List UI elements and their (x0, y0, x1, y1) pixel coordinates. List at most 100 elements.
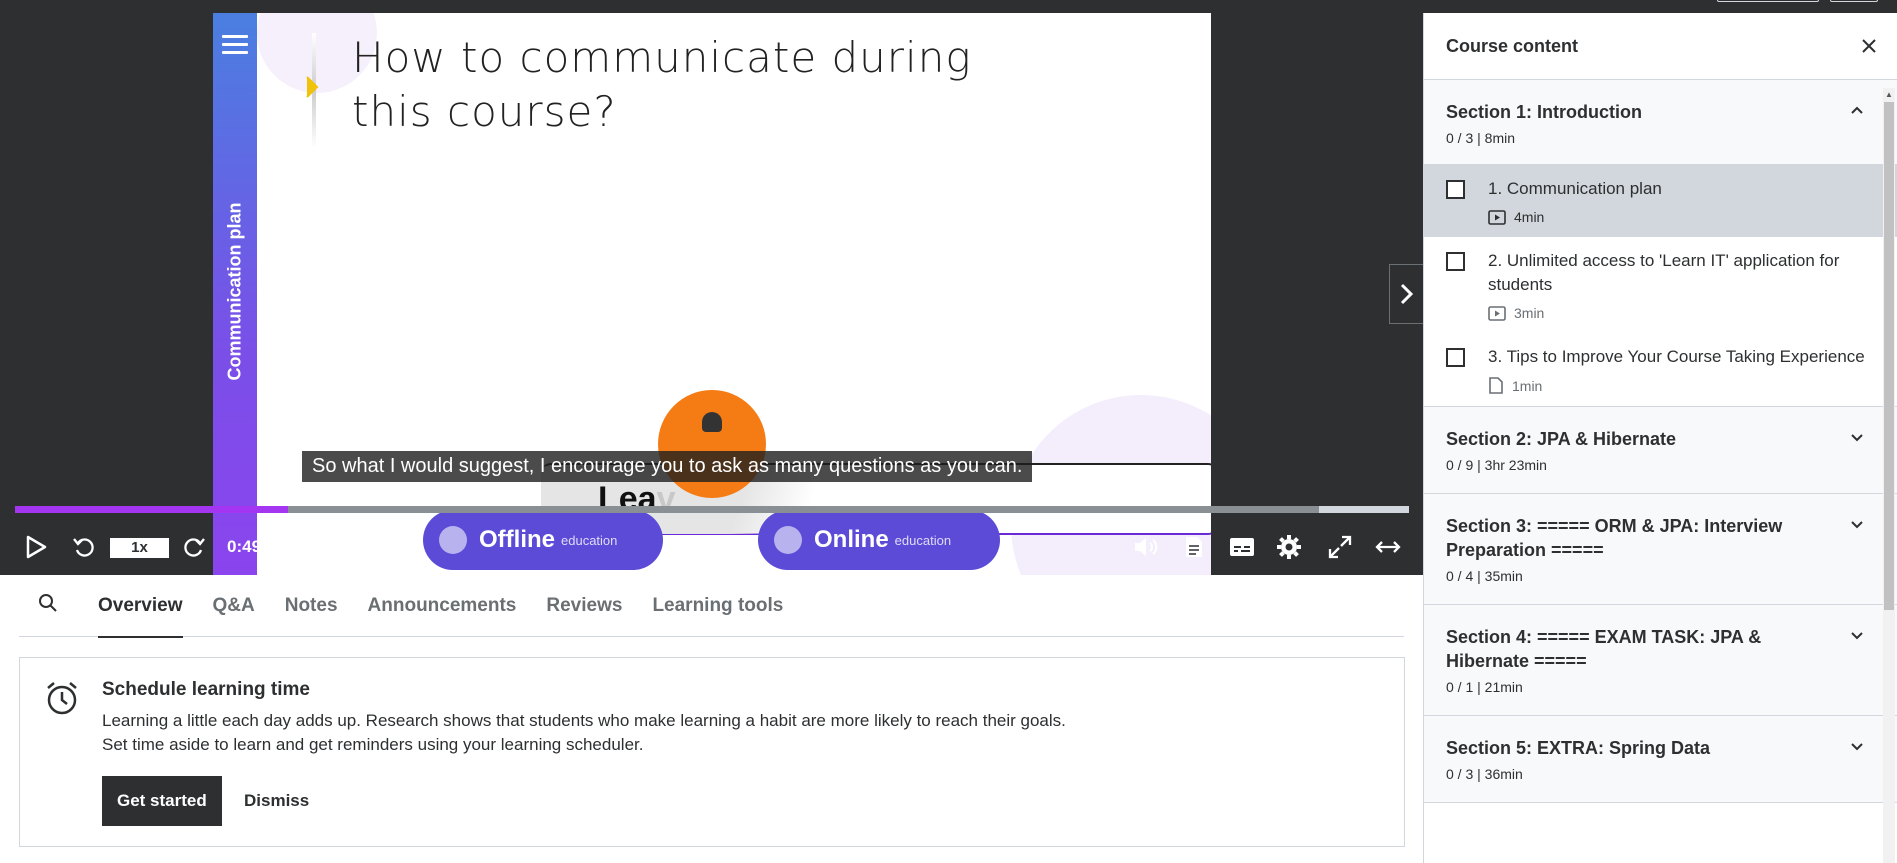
lesson-duration: 3min (1488, 305, 1877, 321)
progress-played (15, 506, 289, 513)
video-progress-bar[interactable] (15, 506, 1409, 513)
next-lecture-button[interactable] (1389, 264, 1423, 324)
expand-horizontal-icon (1375, 541, 1401, 553)
forward-button[interactable] (178, 531, 210, 563)
section-title: Section 4: ===== EXAM TASK: JPA & Hibern… (1446, 627, 1762, 671)
search-icon (39, 594, 57, 612)
lesson-duration: 1min (1488, 377, 1877, 394)
card-body: Learning a little each day adds up. Rese… (102, 709, 1302, 757)
progress-remaining (1319, 506, 1409, 513)
section-title: Section 2: JPA & Hibernate (1446, 429, 1677, 449)
tab-announcements[interactable]: Announcements (368, 575, 517, 637)
alarm-clock-icon (47, 682, 77, 715)
chevron-right-icon (306, 76, 319, 98)
section-meta: 0 / 1 | 21min (1446, 679, 1523, 695)
fullscreen-icon (1328, 535, 1352, 559)
dismiss-button[interactable]: Dismiss (244, 776, 309, 826)
notes-button[interactable] (332, 531, 364, 563)
section-title: Section 5: EXTRA: Spring Data (1446, 738, 1711, 758)
video-player[interactable]: Communication plan How to communicate du… (0, 13, 1423, 575)
lesson-checkbox[interactable] (1446, 348, 1465, 367)
video-time: 0:49 / 4:10 (227, 537, 310, 556)
tab-notes[interactable]: Notes (285, 575, 338, 637)
captions-button[interactable] (1224, 531, 1260, 563)
card-text-line2: Set time aside to learn and get reminder… (102, 735, 644, 754)
card-text-line1: Learning a little each day adds up. Rese… (102, 711, 1066, 730)
lesson-duration: 4min (1488, 209, 1877, 225)
search-button[interactable] (38, 593, 78, 618)
rewind-icon (73, 538, 94, 557)
section-meta: 0 / 9 | 3hr 23min (1446, 457, 1547, 473)
lecture-tabs: Overview Q&A Notes Announcements Reviews… (19, 575, 1404, 638)
section-title: Section 3: ===== ORM & JPA: Interview Pr… (1446, 516, 1783, 560)
chevron-down-icon (1851, 434, 1863, 442)
rewind-button[interactable] (68, 531, 100, 563)
slide-vertical-label: Communication plan (224, 202, 245, 381)
course-content-sidebar: Course content Section 1: Introduction 0… (1423, 13, 1897, 863)
tab-overview[interactable]: Overview (98, 575, 183, 638)
slide-title: How to communicate during this course? (352, 31, 1052, 139)
section-meta: 0 / 3 | 36min (1446, 766, 1523, 782)
person-icon (702, 412, 722, 432)
chevron-down-icon (1851, 632, 1863, 640)
gear-icon (1277, 535, 1301, 559)
playback-speed-button[interactable]: 1x (110, 538, 169, 558)
lesson-duration-text: 4min (1514, 209, 1545, 225)
sidebar-title: Course content (1446, 35, 1579, 56)
volume-icon (1135, 538, 1158, 556)
slide-side-bar: Communication plan (213, 13, 257, 575)
lesson-checkbox[interactable] (1446, 180, 1465, 199)
add-note-icon (337, 538, 360, 558)
settings-button[interactable] (1272, 531, 1306, 563)
lesson-item[interactable]: 1. Communication plan 4min (1424, 165, 1897, 237)
player-controls: 1x 0:49 / 4:10 (0, 521, 1423, 575)
slide-title-line2: this course? (352, 87, 617, 136)
top-header-bar (0, 0, 1897, 13)
transcript-icon (1186, 537, 1202, 557)
expand-button[interactable] (1371, 531, 1405, 563)
section-header[interactable]: Section 5: EXTRA: Spring Data 0 / 3 | 36… (1424, 716, 1897, 803)
video-captions: So what I would suggest, I encourage you… (302, 451, 1033, 482)
scrollbar-thumb[interactable] (1884, 102, 1894, 610)
header-button[interactable] (1830, 0, 1878, 2)
lesson-item[interactable]: 3. Tips to Improve Your Course Taking Ex… (1424, 333, 1897, 407)
captions-icon (1230, 538, 1254, 556)
lesson-title: 2. Unlimited access to 'Learn IT' applic… (1488, 251, 1840, 294)
play-icon (26, 535, 47, 559)
section-header[interactable]: Section 2: JPA & Hibernate 0 / 9 | 3hr 2… (1424, 407, 1897, 494)
transcript-button[interactable] (1178, 531, 1210, 563)
section-header[interactable]: Section 4: ===== EXAM TASK: JPA & Hibern… (1424, 605, 1897, 716)
section-meta: 0 / 3 | 8min (1446, 130, 1516, 146)
volume-button[interactable] (1130, 531, 1162, 563)
lesson-checkbox[interactable] (1446, 252, 1465, 271)
video-icon (1488, 209, 1506, 225)
lecture-slide: Communication plan How to communicate du… (213, 13, 1211, 575)
menu-icon (222, 35, 248, 55)
get-started-button[interactable]: Get started (102, 776, 222, 826)
close-sidebar-button[interactable] (1861, 33, 1877, 61)
fullscreen-button[interactable] (1324, 531, 1356, 563)
chevron-down-icon (1851, 743, 1863, 751)
slide-title-line1: How to communicate during (352, 33, 972, 82)
section-title: Section 1: Introduction (1446, 102, 1642, 122)
tab-learning-tools[interactable]: Learning tools (652, 575, 783, 637)
sidebar-scrollbar[interactable]: ▲ (1883, 88, 1895, 863)
tab-reviews[interactable]: Reviews (546, 575, 622, 637)
section-header[interactable]: Section 3: ===== ORM & JPA: Interview Pr… (1424, 494, 1897, 605)
lesson-title: 3. Tips to Improve Your Course Taking Ex… (1488, 347, 1865, 366)
chevron-right-icon (1400, 283, 1413, 305)
sidebar-header: Course content (1424, 13, 1897, 80)
scroll-up-icon[interactable]: ▲ (1885, 90, 1893, 99)
header-button[interactable] (1717, 0, 1819, 2)
tab-qa[interactable]: Q&A (213, 575, 255, 637)
play-button[interactable] (20, 531, 52, 563)
close-icon (1862, 39, 1876, 53)
lesson-duration-text: 1min (1512, 377, 1543, 394)
lesson-item[interactable]: 2. Unlimited access to 'Learn IT' applic… (1424, 237, 1897, 333)
file-icon (1489, 377, 1503, 394)
lesson-duration-text: 3min (1514, 305, 1545, 321)
lesson-title: 1. Communication plan (1488, 179, 1662, 198)
section-header[interactable]: Section 1: Introduction 0 / 3 | 8min (1424, 80, 1897, 165)
schedule-learning-card: Schedule learning time Learning a little… (19, 657, 1405, 847)
chevron-down-icon (1851, 521, 1863, 529)
